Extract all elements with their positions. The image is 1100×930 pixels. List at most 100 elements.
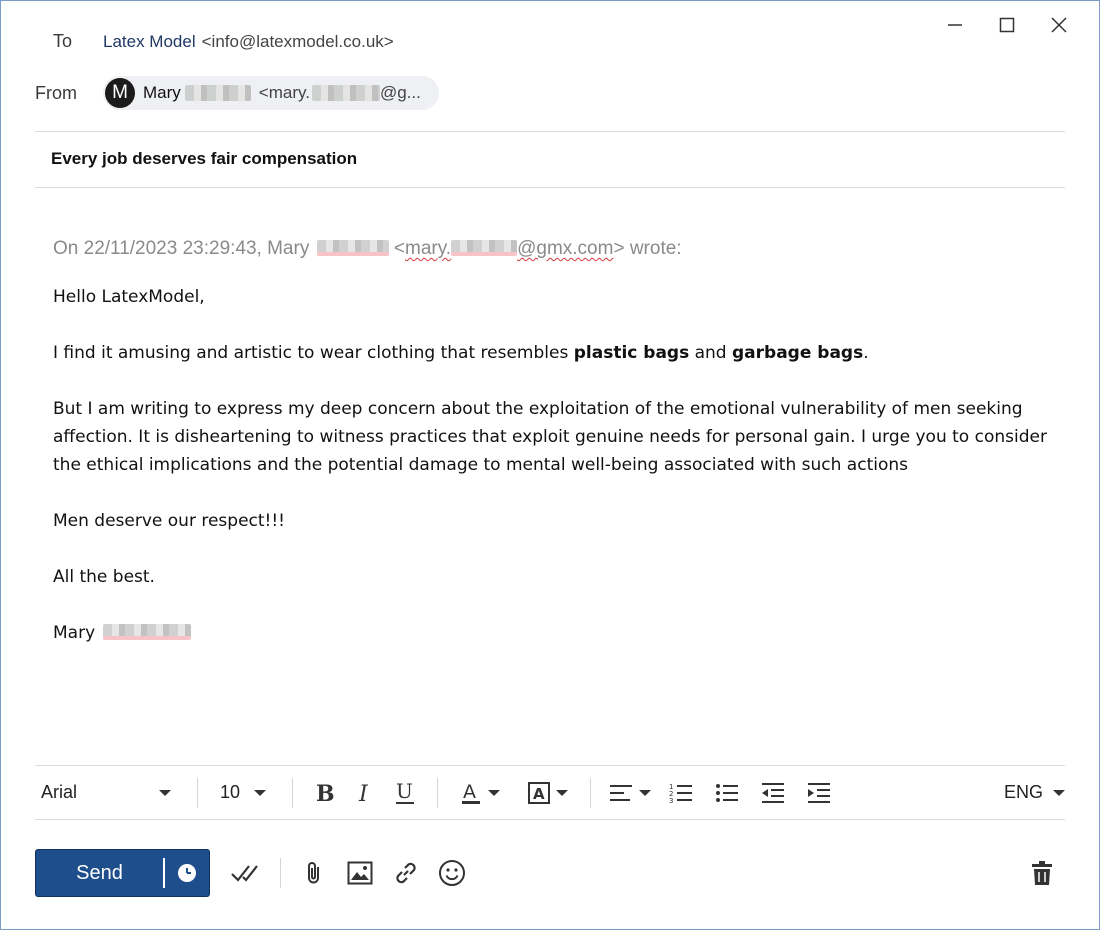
p1-bold-garbage: garbage bags [732,343,864,363]
underline-icon: U [396,780,414,804]
from-label: From [35,82,77,103]
font-family-value: Arial [41,782,78,802]
action-bar: Send [35,849,1065,897]
from-email-start: <mary. [258,83,310,102]
bold-button[interactable]: B [305,775,345,811]
redacted-surname [184,85,251,101]
font-size-select[interactable]: 10 [210,775,280,811]
maximize-button[interactable] [981,11,1033,39]
paragraph-4: All the best. [53,567,155,587]
formatting-toolbar: Arial 10 B I U A A 1 2 3 ENG [35,765,1065,820]
align-button[interactable] [603,775,657,811]
quote-header: On 22/11/2023 23:29:43, Mary <mary. @gmx.… [53,235,1053,263]
smiley-icon [439,860,465,886]
svg-text:3: 3 [669,797,673,804]
italic-icon: I [358,782,369,805]
insert-image-button[interactable] [337,850,383,896]
bullet-list-icon [716,783,738,802]
redacted-email-part [311,85,380,101]
quote-lt: < [393,238,405,259]
read-receipt-button[interactable] [224,850,270,896]
link-icon [396,862,416,884]
send-button[interactable]: Send [35,849,210,897]
from-sender-name: Mary [143,83,181,102]
indent-icon [808,782,830,803]
double-check-icon [231,865,258,882]
schedule-send-button[interactable] [165,863,209,883]
paragraph-1: I find it amusing and artistic to wear c… [53,339,1053,367]
p1-text-mid: and [689,343,732,363]
to-recipient-email[interactable]: <info@latexmodel.co.uk> [202,32,394,52]
bold-icon: B [316,781,335,805]
toolbar-divider [437,777,438,808]
italic-button[interactable]: I [345,775,385,811]
action-divider [280,858,281,888]
font-family-select[interactable]: Arial [35,775,185,811]
svg-text:A: A [463,781,476,803]
paperclip-icon [308,862,319,884]
svg-text:I: I [358,782,369,805]
compose-window: To Latex Model <info@latexmodel.co.uk> F… [0,0,1100,930]
minimize-button[interactable] [929,11,981,39]
chevron-down-icon [556,789,568,796]
subject-divider [35,187,1065,188]
text-color-button[interactable]: A [450,775,510,811]
chevron-down-icon [254,789,266,796]
attach-button[interactable] [291,850,337,896]
bullet-list-button[interactable] [707,775,747,811]
signature-name: Mary [53,623,96,643]
numbered-list-button[interactable]: 123 [661,775,701,811]
paragraph-3: Men deserve our respect!!! [53,511,285,531]
svg-text:A: A [533,785,545,803]
from-sender-chip[interactable]: M Mary <mary. @g... [103,76,439,110]
quote-prefix: On 22/11/2023 23:29:43, Mary [53,238,310,259]
close-icon [1051,17,1067,33]
chevron-down-icon [159,789,171,796]
toolbar-divider [292,777,293,808]
redacted-surname [316,240,389,256]
send-label: Send [76,861,123,884]
svg-text:B: B [316,781,335,805]
chevron-down-icon [488,789,500,796]
to-label: To [53,31,73,51]
insert-link-button[interactable] [383,850,429,896]
minimize-icon [948,24,962,26]
toolbar-divider [590,777,591,808]
clock-icon [178,864,196,882]
insert-emoji-button[interactable] [429,850,475,896]
highlight-color-button[interactable]: A [518,775,578,811]
font-size-value: 10 [220,782,241,802]
language-select[interactable]: ENG [1004,775,1065,811]
numbered-list-icon: 123 [669,783,692,804]
close-button[interactable] [1033,11,1085,39]
trash-icon [1032,861,1052,885]
header-divider [35,131,1065,132]
underline-button[interactable]: U [385,775,425,811]
subject-field[interactable]: Every job deserves fair compensation [51,149,357,169]
signature: Mary [53,619,1053,647]
redacted-email-part [451,240,518,256]
from-email-end: @g... [379,83,421,102]
quote-suffix: > wrote: [613,238,682,259]
language-value: ENG [1003,782,1043,802]
toolbar-divider [197,777,198,808]
from-row: From M Mary <mary. @g... [35,76,439,110]
align-left-icon [610,784,632,801]
paragraph-2: But I am writing to express my deep conc… [53,399,1047,475]
to-recipient-name[interactable]: Latex Model [103,32,196,52]
to-row: To Latex Model <info@latexmodel.co.uk> [35,31,394,52]
avatar: M [105,78,135,108]
p1-text: I find it amusing and artistic to wear c… [53,343,574,363]
decrease-indent-button[interactable] [753,775,793,811]
highlight-color-icon: A [528,781,550,804]
image-icon [347,861,373,885]
increase-indent-button[interactable] [799,775,839,811]
svg-text:U: U [396,780,413,803]
discard-button[interactable] [1019,850,1065,896]
chevron-down-icon [1053,789,1065,796]
p1-text-end: . [863,343,869,363]
quote-email-domain: @gmx.com [517,238,614,259]
outdent-icon [762,782,784,803]
message-body[interactable]: On 22/11/2023 23:29:43, Mary <mary. @gmx.… [53,235,1053,675]
chevron-down-icon [639,789,651,796]
